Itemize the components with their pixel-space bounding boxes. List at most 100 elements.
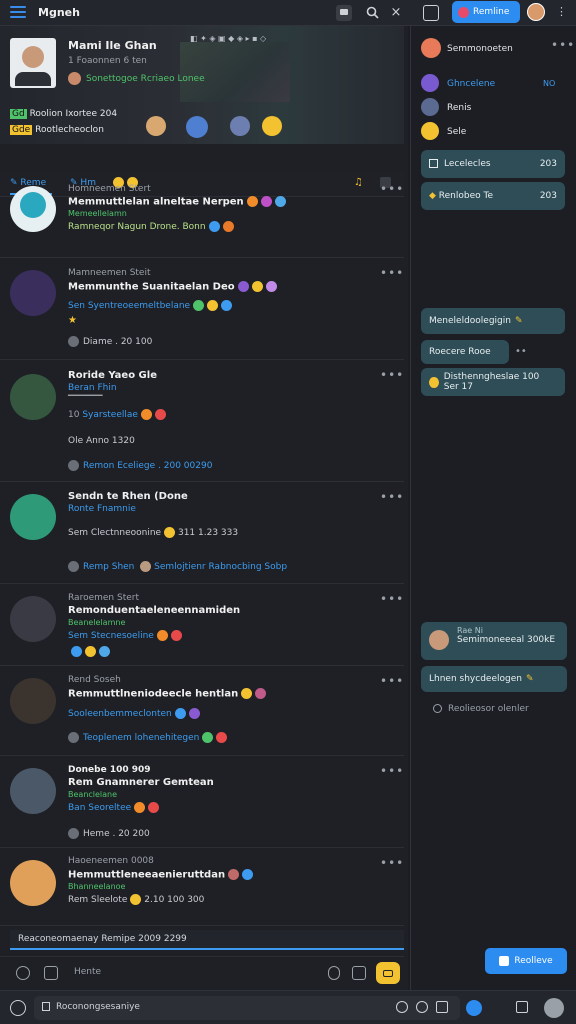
member-avatar-1[interactable] — [146, 116, 166, 136]
list-card[interactable]: Lecelecles 203 — [421, 150, 565, 178]
post-more-icon[interactable]: ••• — [380, 592, 404, 606]
post-meta: Donebe 100 909 — [68, 765, 151, 775]
post-item[interactable]: Sendn te Rhen (Done Ronte Fnamnie Sem Cl… — [0, 484, 404, 584]
post-detail: Sen Syentreoeemeltbelane — [68, 300, 233, 311]
post-more-icon[interactable]: ••• — [380, 856, 404, 870]
banner-image — [180, 42, 290, 102]
post-more-icon[interactable]: ••• — [380, 182, 404, 196]
profile-stat-1: Gd Roolion Ixortee 204 — [10, 109, 118, 119]
post-line: ▔▔▔▔▔ — [68, 396, 103, 406]
search-icon[interactable] — [364, 4, 380, 20]
contact-name[interactable]: Sele — [447, 127, 466, 137]
user-avatar[interactable] — [527, 3, 545, 21]
post-subtitle: Bhanneelanoe — [68, 882, 126, 891]
sync-icon[interactable] — [466, 1000, 482, 1016]
post-more-icon[interactable]: ••• — [380, 266, 404, 280]
status-strip: Reaconeomaenay Remipe 2009 2299 — [10, 930, 404, 950]
attach-icon[interactable] — [44, 966, 58, 980]
post-detail: Sem Stecnesoeline — [68, 630, 182, 641]
close-icon[interactable]: × — [388, 4, 404, 20]
bookmark-icon[interactable] — [516, 1001, 528, 1013]
member-avatar-2[interactable] — [186, 116, 208, 138]
feed-panel: Mami Ile Ghan 1 Foaonnen 6 ten Sonettogo… — [0, 26, 408, 990]
post-detail: 10 Syarsteellae — [68, 409, 166, 420]
contact-avatar[interactable] — [421, 98, 439, 116]
mic-icon[interactable] — [328, 966, 340, 980]
chat-more-icon[interactable]: ••• — [551, 38, 575, 52]
info-icon[interactable] — [416, 1001, 428, 1013]
contact-avatar[interactable] — [421, 122, 439, 140]
bottom-bar: Roconongsesaniye — [0, 990, 576, 1024]
post-item[interactable]: Rend Soseh Remmuttlneniodeecle hentlan S… — [0, 668, 404, 756]
contact-count: NO — [543, 79, 556, 88]
message-bubble: Disthenngheslae 100 Ser 17 — [421, 368, 565, 396]
home-icon[interactable] — [10, 1000, 26, 1016]
compose-icon — [499, 956, 510, 966]
post-item[interactable]: Homneemen Stert Memmuttlelan alneltae Ne… — [0, 178, 404, 258]
post-info: Ole Anno 1320 — [68, 436, 135, 446]
post-footer: Teoplenem lohenehitegen — [68, 732, 228, 743]
typing-indicator: •• — [515, 346, 527, 357]
chat-note: Reolieosor olenler — [433, 704, 529, 714]
remline-label: Remline — [473, 7, 510, 17]
post-avatar — [10, 860, 56, 906]
post-avatar — [10, 494, 56, 540]
post-more-icon[interactable]: ••• — [380, 764, 404, 778]
contact-name[interactable]: Ghncelene — [447, 79, 495, 89]
send-button[interactable] — [376, 962, 400, 984]
composer: Hente — [0, 956, 404, 990]
post-title: Memmunthe Suanitaelan Deo — [68, 281, 277, 293]
post-avatar — [10, 186, 56, 232]
star-icon: ★ — [68, 315, 77, 326]
clock-icon[interactable] — [396, 1001, 408, 1013]
profile-banner: Mami Ile Ghan 1 Foaonnen 6 ten Sonettogo… — [0, 26, 404, 144]
post-avatar — [10, 270, 56, 316]
member-avatar-3[interactable] — [230, 116, 250, 136]
post-item[interactable]: Donebe 100 909 Rem Gnamnerer Gemtean Bea… — [0, 758, 404, 848]
image-icon[interactable] — [352, 966, 366, 980]
remline-button[interactable]: Remline — [452, 1, 520, 23]
more-vertical-icon[interactable]: ⋮ — [556, 5, 567, 18]
post-emoji-row — [68, 646, 110, 658]
top-bar: Mgneh × Remline ⋮ — [0, 0, 576, 26]
post-more-icon[interactable]: ••• — [380, 490, 404, 504]
post-title: Rem Gnamnerer Gemtean — [68, 777, 214, 788]
chat-avatar — [421, 38, 441, 58]
post-detail: Sem Clectnneoonine 311 1.23 333 — [68, 527, 239, 538]
message-bubble: Rae Ni Semimoneeeal 300kE — [421, 622, 567, 660]
post-meta: Rend Soseh — [68, 675, 121, 685]
post-more-icon[interactable]: ••• — [380, 674, 404, 688]
post-meta: Roride Yaeo Gle — [68, 370, 157, 381]
post-footer: Heme . 20 200 — [68, 828, 150, 839]
member-avatar-4[interactable] — [262, 116, 282, 136]
contact-avatar[interactable] — [421, 74, 439, 92]
contact-name[interactable]: Renis — [447, 103, 471, 113]
post-more-icon[interactable]: ••• — [380, 368, 404, 382]
window-icon[interactable] — [423, 5, 439, 21]
profile-icon[interactable] — [544, 998, 564, 1018]
post-subtitle: Memeellelamn — [68, 209, 127, 218]
chat-header-title: Semmonoeten — [447, 44, 513, 54]
post-item[interactable]: Roride Yaeo Gle Beran Fhin ▔▔▔▔▔ 10 Syar… — [0, 362, 404, 482]
message-input[interactable]: Hente — [66, 961, 316, 985]
post-item[interactable]: Mamneemen Steit Memmunthe Suanitaelan De… — [0, 260, 404, 360]
reolleve-button[interactable]: Reolleve — [485, 948, 567, 974]
send-icon — [383, 969, 393, 977]
post-footer: Remon Eceliege . 200 00290 — [68, 460, 212, 471]
profile-name: Mami Ile Ghan — [68, 39, 157, 52]
post-avatar — [10, 768, 56, 814]
post-meta: Haoeneemen 0008 — [68, 856, 154, 866]
post-avatar — [10, 596, 56, 642]
chat-icon[interactable] — [336, 5, 352, 21]
shield-card[interactable]: ◆ Renlobeo Te 203 — [421, 182, 565, 210]
post-item[interactable]: Haoeneemen 0008 Hemmuttleneeaenieruttdan… — [0, 850, 404, 926]
post-subtitle: Beanelelamne — [68, 618, 126, 627]
post-item[interactable]: Raroemen Stert Remonduentaeleneennamiden… — [0, 586, 404, 666]
app-title: Mgneh — [38, 6, 80, 19]
edit-icon[interactable] — [436, 1001, 448, 1013]
menu-icon[interactable] — [10, 6, 26, 18]
emoji-icon[interactable] — [16, 966, 30, 980]
mini-avatar — [68, 72, 81, 85]
post-detail: Ban Seoreltee — [68, 802, 160, 813]
post-meta: Mamneemen Steit — [68, 268, 151, 278]
